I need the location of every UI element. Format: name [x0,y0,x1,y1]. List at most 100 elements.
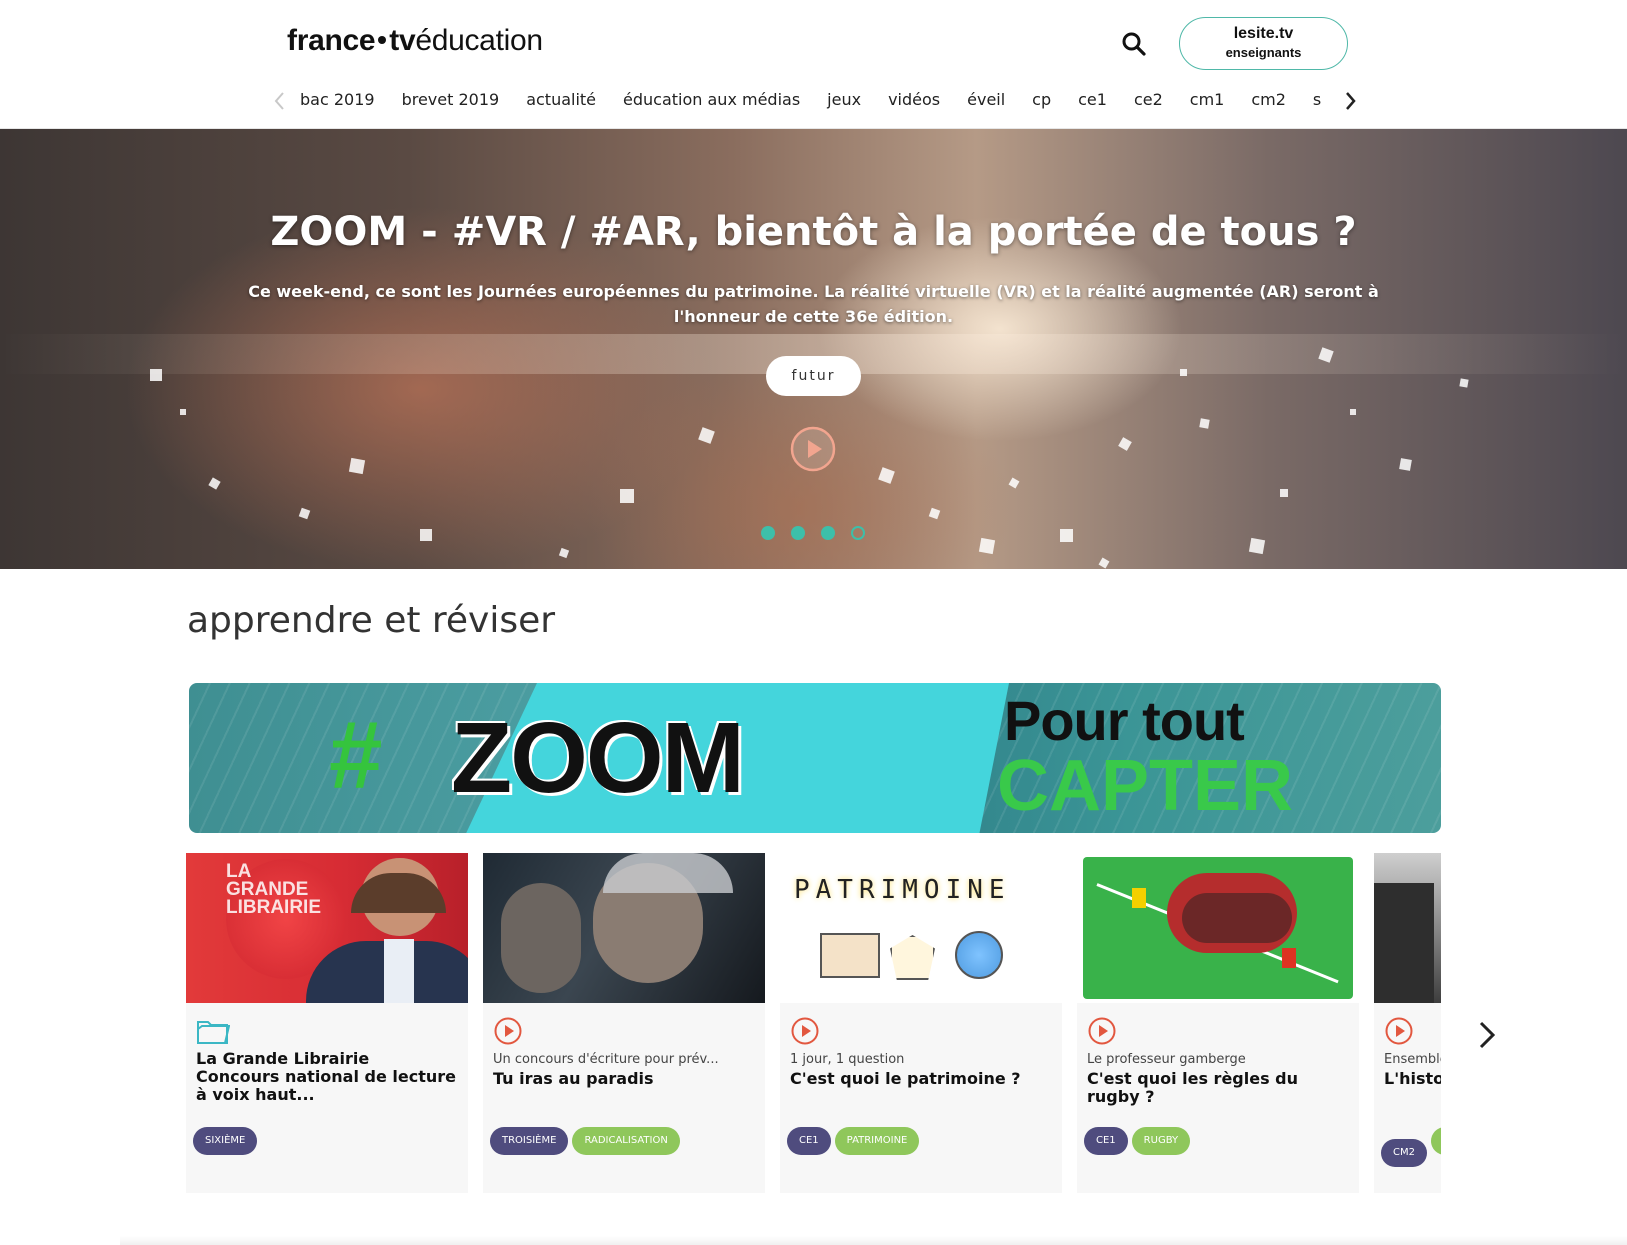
thumbnail-shape [820,933,880,978]
particle [180,409,186,415]
particle [878,467,895,484]
logo-dot [378,36,387,45]
theme-tag[interactable] [1430,1127,1441,1155]
nav-item[interactable]: cm1 [1190,86,1225,114]
card-title[interactable]: La Grande Librairie Concours national de… [196,1050,458,1104]
card-title[interactable]: C'est quoi les règles du rugby ? [1087,1070,1349,1106]
thumbnail-shape [1182,893,1292,943]
cards-carousel: LA GRANDE LIBRAIRIE La Grande Librairie C… [186,853,1441,1193]
nav-item[interactable]: ce1 [1078,86,1107,114]
card-tags: TROISIÈME RADICALISATION [490,1127,684,1155]
content-card[interactable]: PATRIMOINE 1 jour, 1 question C'est quoi l… [780,853,1062,1193]
level-tag[interactable]: CE1 [1084,1127,1128,1155]
level-tag[interactable]: SIXIÈME [193,1127,258,1155]
level-tag[interactable]: CM2 [1381,1139,1427,1167]
category-nav: bac 2019 brevet 2019 actualité éducation au… [270,86,1360,116]
play-circle-icon [790,1016,822,1048]
particle [620,489,634,503]
theme-tag[interactable]: PATRIMOINE [834,1127,920,1155]
chevron-right-icon [1346,92,1356,110]
level-tag[interactable]: CE1 [787,1127,831,1155]
nav-item[interactable]: vidéos [888,86,940,114]
content-card[interactable]: LA GRANDE LIBRAIRIE La Grande Librairie C… [186,853,468,1193]
carousel-dot[interactable] [851,526,865,540]
play-circle-icon [1087,1016,1119,1048]
nav-item[interactable]: jeux [827,86,861,114]
play-circle-icon [1384,1016,1416,1048]
card-subtitle: Ensemble [1384,1052,1441,1067]
hero-description: Ce week-end, ce sont les Journées europé… [248,282,1379,326]
particle [1459,378,1469,388]
nav-item[interactable]: éveil [967,86,1005,114]
chevron-right-icon [1479,1021,1496,1049]
page-bottom-shadow [120,1236,1627,1245]
level-tag[interactable]: TROISIÈME [490,1127,569,1155]
play-circle-icon [790,426,836,472]
nav-item[interactable]: ce2 [1134,86,1163,114]
logo-education: éducation [415,24,543,57]
carousel-dot[interactable] [761,526,775,540]
particle [150,369,162,381]
banner-hash: # [329,702,383,809]
theme-tag[interactable]: RUGBY [1131,1127,1191,1155]
card-thumbnail[interactable] [483,853,765,1003]
nav-prev-button[interactable] [270,88,290,114]
particle [1118,437,1132,451]
card-thumbnail[interactable]: PATRIMOINE [780,853,1062,1003]
thumbnail-shape [603,853,733,893]
card-title[interactable]: L'histo [1384,1070,1441,1088]
particle [558,547,570,559]
nav-item[interactable]: bac 2019 [300,86,375,114]
cards-next-button[interactable] [1472,1015,1502,1055]
thumbnail-shape [1282,948,1296,968]
card-thumbnail[interactable] [1077,853,1359,1003]
logo-tv: tv [389,24,416,57]
hero-tag-button[interactable]: futur [766,356,861,396]
thumbnail-shape [1374,883,1434,1003]
nav-item[interactable]: cp [1032,86,1051,114]
hero-carousel[interactable]: ZOOM - #VR / #AR, bientôt à la portée de… [0,129,1627,569]
search-icon [1122,32,1146,56]
lesite-enseignants-button[interactable]: lesite.tv enseignants [1179,17,1348,70]
card-tags: CE1 RUGBY [1084,1127,1194,1155]
theme-tag[interactable]: RADICALISATION [572,1127,680,1155]
thumbnail-shape [384,939,414,1003]
site-logo[interactable]: france tvéducation [287,24,543,58]
thumb-brand-text: LA GRANDE LIBRAIRIE [226,861,321,918]
nav-item[interactable]: actualité [526,86,596,114]
particle [1008,477,1020,489]
section-title: apprendre et réviser [187,600,556,641]
particle [420,529,432,541]
particle [1098,557,1110,569]
nav-item[interactable]: s [1313,86,1321,114]
search-button[interactable] [1120,30,1148,58]
card-title[interactable]: C'est quoi le patrimoine ? [790,1070,1052,1088]
particle [928,507,941,520]
logo-france: france [287,24,376,57]
hero-play-button[interactable] [790,426,836,472]
nav-item[interactable]: cm2 [1251,86,1286,114]
content-card[interactable]: Un concours d'écriture pour prév... Tu ir… [483,853,765,1193]
carousel-dot[interactable] [791,526,805,540]
card-thumbnail[interactable] [1374,853,1441,1003]
particle [1399,458,1412,471]
nav-item[interactable]: éducation aux médias [623,86,800,114]
carousel-dot[interactable] [821,526,835,540]
card-title[interactable]: Tu iras au paradis [493,1070,755,1088]
card-subtitle: 1 jour, 1 question [790,1052,905,1067]
enseignants-label: enseignants [1225,45,1302,60]
content-card[interactable]: Ensemble L'histo CM2 [1374,853,1441,1193]
nav-item[interactable]: brevet 2019 [402,86,500,114]
thumbnail-shape [501,883,581,993]
content-card[interactable]: Le professeur gamberge C'est quoi les règ… [1077,853,1359,1193]
card-tags: SIXIÈME [193,1127,261,1155]
hero-title[interactable]: ZOOM - #VR / #AR, bientôt à la portée de… [0,209,1627,255]
zoom-banner[interactable]: # ZOOM Pour tout CAPTER [189,683,1441,833]
lesite-label: lesite.tv [1233,25,1294,42]
carousel-dots [761,526,871,542]
card-thumbnail[interactable]: LA GRANDE LIBRAIRIE [186,853,468,1003]
card-tags: CE1 PATRIMOINE [787,1127,923,1155]
particle [1060,529,1073,542]
particle [1199,418,1210,429]
nav-next-button[interactable] [1340,88,1360,114]
